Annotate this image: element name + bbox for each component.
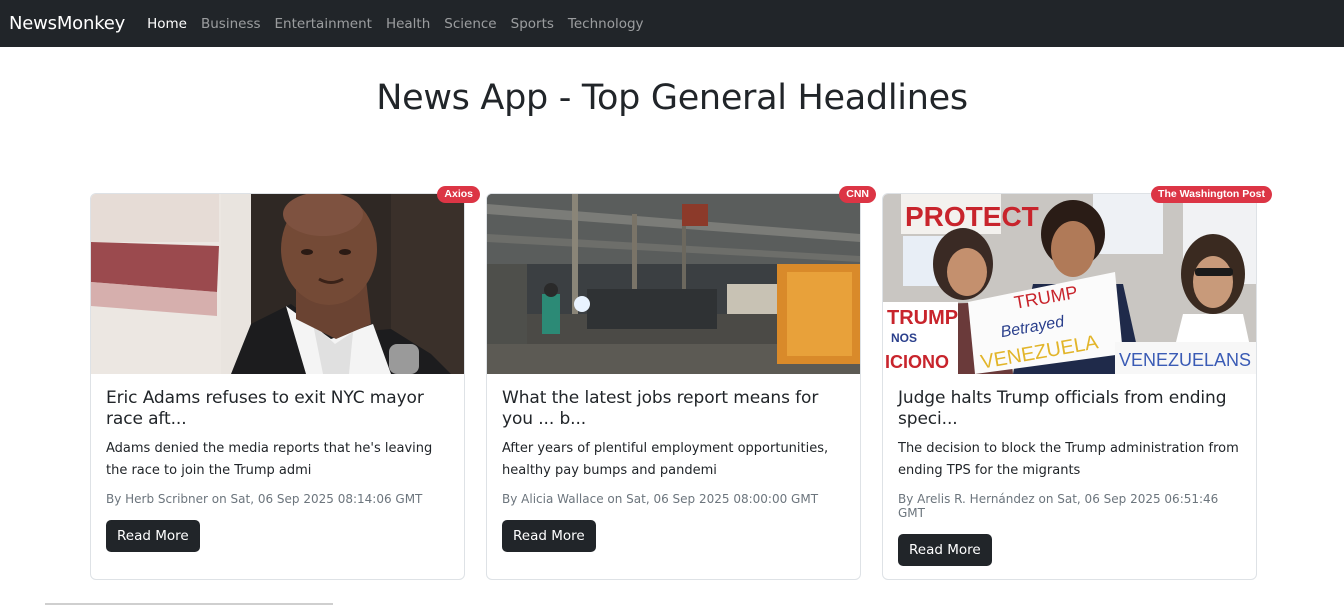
- svg-text:TRUMP: TRUMP: [887, 307, 958, 329]
- read-more-button[interactable]: Read More: [898, 534, 992, 566]
- svg-text:NOS: NOS: [891, 331, 917, 345]
- svg-text:ICIONO: ICIONO: [885, 352, 949, 372]
- card-body: Eric Adams refuses to exit NYC mayor rac…: [106, 388, 451, 552]
- card-title: Judge halts Trump officials from ending …: [898, 388, 1227, 429]
- portrait-photo: [91, 194, 464, 374]
- card-meta: By Alicia Wallace on Sat, 06 Sep 2025 08…: [502, 492, 819, 506]
- card-title: Eric Adams refuses to exit NYC mayor rac…: [106, 388, 424, 429]
- nav-links: Home Business Entertainment Health Scien…: [147, 16, 643, 32]
- svg-text:VENEZUELANS: VENEZUELANS: [1119, 350, 1251, 370]
- card-body: Judge halts Trump officials from ending …: [898, 388, 1243, 566]
- news-card: The Washington Post PROTECT TRUMP NOS IC…: [882, 186, 1272, 580]
- read-more-button[interactable]: Read More: [502, 520, 596, 552]
- source-badge: The Washington Post: [1151, 186, 1272, 203]
- navbar: NewsMonkey Home Business Entertainment H…: [0, 0, 1344, 47]
- nav-link-health[interactable]: Health: [386, 16, 430, 32]
- card-meta: By Herb Scribner on Sat, 06 Sep 2025 08:…: [106, 492, 423, 506]
- news-image[interactable]: [91, 194, 464, 374]
- news-card: Axios Eric Adams refuses to exit NYC may…: [90, 186, 480, 580]
- news-image[interactable]: PROTECT TRUMP NOS ICIONO TRUMP Betrayed …: [883, 194, 1256, 374]
- nav-link-business[interactable]: Business: [201, 16, 261, 32]
- nav-link-sports[interactable]: Sports: [511, 16, 554, 32]
- card-title: What the latest jobs report means for yo…: [502, 388, 819, 429]
- svg-text:PROTECT: PROTECT: [905, 201, 1039, 232]
- nav-link-science[interactable]: Science: [444, 16, 496, 32]
- card-body: What the latest jobs report means for yo…: [502, 388, 847, 552]
- read-more-button[interactable]: Read More: [106, 520, 200, 552]
- factory-photo: [487, 194, 860, 374]
- brand-logo[interactable]: NewsMonkey: [9, 13, 125, 34]
- protest-photo: PROTECT TRUMP NOS ICIONO TRUMP Betrayed …: [883, 194, 1256, 374]
- source-badge: CNN: [839, 186, 876, 203]
- card-description: After years of plentiful employment oppo…: [502, 441, 829, 478]
- card-description: Adams denied the media reports that he's…: [106, 441, 433, 478]
- card-description: The decision to block the Trump administ…: [898, 441, 1239, 478]
- source-badge: Axios: [437, 186, 480, 203]
- news-card: CNN What the latest jobs report means fo…: [486, 186, 876, 580]
- nav-link-entertainment[interactable]: Entertainment: [275, 16, 372, 32]
- nav-link-home[interactable]: Home: [147, 16, 187, 32]
- nav-link-technology[interactable]: Technology: [568, 16, 644, 32]
- news-image[interactable]: [487, 194, 860, 374]
- card-meta: By Arelis R. Hernández on Sat, 06 Sep 20…: [898, 492, 1219, 520]
- page-title: News App - Top General Headlines: [376, 78, 968, 118]
